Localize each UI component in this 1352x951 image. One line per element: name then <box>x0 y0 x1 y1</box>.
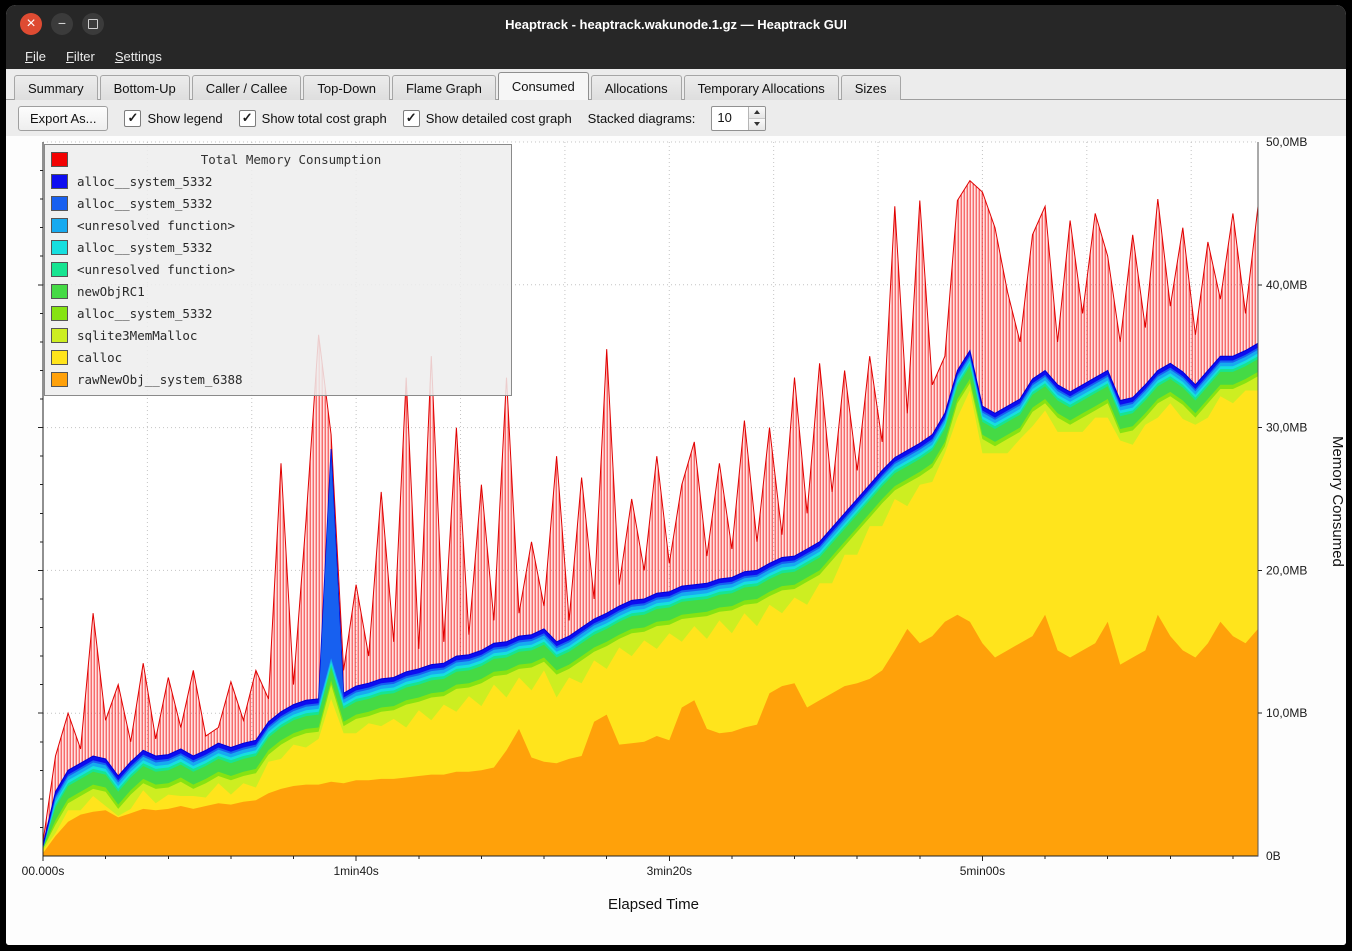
toolbar-checkboxes: Show legend Show total cost graph Show det… <box>124 110 571 127</box>
checkbox-show-detailed-cost-graph[interactable]: Show detailed cost graph <box>403 110 572 127</box>
toolbar: Export As... Show legend Show total cost … <box>6 100 1346 136</box>
checkbox-label: Show legend <box>147 111 222 126</box>
close-button[interactable] <box>20 13 42 35</box>
y-axis-title: Memory Consumed <box>1329 436 1346 596</box>
legend-swatch <box>51 152 68 167</box>
legend-swatch <box>51 284 68 299</box>
legend-label: Total Memory Consumption <box>77 152 505 167</box>
stacked-diagrams-spinner[interactable]: 10 <box>711 106 766 131</box>
maximize-button[interactable] <box>82 13 104 35</box>
legend-item: alloc__system_5332 <box>51 170 505 192</box>
app-window: Heaptrack - heaptrack.wakunode.1.gz — He… <box>6 5 1346 945</box>
legend-swatch <box>51 174 68 189</box>
legend: Total Memory Consumption alloc__system_53… <box>44 144 512 396</box>
stacked-diagrams-value[interactable]: 10 <box>712 107 748 130</box>
maximize-icon <box>88 19 98 29</box>
tab-top-down[interactable]: Top-Down <box>303 75 390 100</box>
legend-label: rawNewObj__system_6388 <box>77 372 243 387</box>
memory-chart[interactable]: 0B 10,0MB 20,0MB 30,0MB 40,0MB 50,0MB 00.000s 1… <box>6 136 1346 945</box>
checkbox-label: Show detailed cost graph <box>426 111 572 126</box>
legend-item: Total Memory Consumption <box>51 148 505 170</box>
checkbox-box[interactable] <box>403 110 420 127</box>
tab-caller-callee[interactable]: Caller / Callee <box>192 75 302 100</box>
x-tick-label: 3min20s <box>647 864 692 878</box>
legend-label: alloc__system_5332 <box>77 196 212 211</box>
legend-swatch <box>51 328 68 343</box>
y-tick-label: 40,0MB <box>1266 278 1307 292</box>
legend-item: alloc__system_5332 <box>51 192 505 214</box>
tab-flame-graph[interactable]: Flame Graph <box>392 75 496 100</box>
legend-label: alloc__system_5332 <box>77 174 212 189</box>
spinner-down-button[interactable] <box>749 118 765 130</box>
legend-swatch <box>51 372 68 387</box>
tab-summary[interactable]: Summary <box>14 75 98 100</box>
menu-item-filter[interactable]: Filter <box>57 45 104 68</box>
spinner-up-button[interactable] <box>749 107 765 118</box>
y-tick-label: 20,0MB <box>1266 563 1307 577</box>
export-as-button[interactable]: Export As... <box>18 106 108 131</box>
tab-allocations[interactable]: Allocations <box>591 75 682 100</box>
legend-item: rawNewObj__system_6388 <box>51 368 505 390</box>
y-tick-label: 10,0MB <box>1266 706 1307 720</box>
tab-temporary-allocations[interactable]: Temporary Allocations <box>684 75 839 100</box>
legend-item: calloc <box>51 346 505 368</box>
legend-item: <unresolved function> <box>51 258 505 280</box>
window-title: Heaptrack - heaptrack.wakunode.1.gz — He… <box>6 17 1346 32</box>
spinner-buttons <box>748 107 765 130</box>
legend-label: alloc__system_5332 <box>77 240 212 255</box>
legend-label: <unresolved function> <box>77 262 235 277</box>
tab-sizes[interactable]: Sizes <box>841 75 901 100</box>
chevron-up-icon <box>754 110 760 114</box>
legend-item: alloc__system_5332 <box>51 302 505 324</box>
tab-consumed[interactable]: Consumed <box>498 72 589 100</box>
x-tick-label: 5min00s <box>960 864 1005 878</box>
legend-label: alloc__system_5332 <box>77 306 212 321</box>
title-bar: Heaptrack - heaptrack.wakunode.1.gz — He… <box>6 5 1346 43</box>
legend-item: sqlite3MemMalloc <box>51 324 505 346</box>
menu-bar: File Filter Settings <box>6 43 1346 69</box>
checkbox-box[interactable] <box>239 110 256 127</box>
legend-item: alloc__system_5332 <box>51 236 505 258</box>
y-tick-label: 50,0MB <box>1266 136 1307 149</box>
chevron-down-icon <box>754 122 760 126</box>
window-controls <box>20 13 104 35</box>
legend-swatch <box>51 262 68 277</box>
checkbox-box[interactable] <box>124 110 141 127</box>
x-tick-label: 1min40s <box>333 864 378 878</box>
tab-bottom-up[interactable]: Bottom-Up <box>100 75 190 100</box>
y-tick-label: 0B <box>1266 849 1281 863</box>
checkbox-label: Show total cost graph <box>262 111 387 126</box>
tab-bar: SummaryBottom-UpCaller / CalleeTop-DownF… <box>6 69 1346 100</box>
minimize-button[interactable] <box>51 13 73 35</box>
legend-item: newObjRC1 <box>51 280 505 302</box>
legend-swatch <box>51 350 68 365</box>
checkbox-show-total-cost-graph[interactable]: Show total cost graph <box>239 110 387 127</box>
x-tick-label: 00.000s <box>22 864 65 878</box>
legend-label: sqlite3MemMalloc <box>77 328 197 343</box>
legend-swatch <box>51 196 68 211</box>
legend-label: calloc <box>77 350 122 365</box>
x-axis-title: Elapsed Time <box>43 896 1264 913</box>
menu-item-file[interactable]: File <box>16 45 55 68</box>
stacked-diagrams-label: Stacked diagrams: <box>588 111 696 126</box>
checkbox-show-legend[interactable]: Show legend <box>124 110 222 127</box>
legend-swatch <box>51 240 68 255</box>
legend-label: <unresolved function> <box>77 218 235 233</box>
legend-swatch <box>51 218 68 233</box>
legend-label: newObjRC1 <box>77 284 145 299</box>
menu-item-settings[interactable]: Settings <box>106 45 171 68</box>
y-tick-label: 30,0MB <box>1266 421 1307 435</box>
legend-item: <unresolved function> <box>51 214 505 236</box>
legend-swatch <box>51 306 68 321</box>
